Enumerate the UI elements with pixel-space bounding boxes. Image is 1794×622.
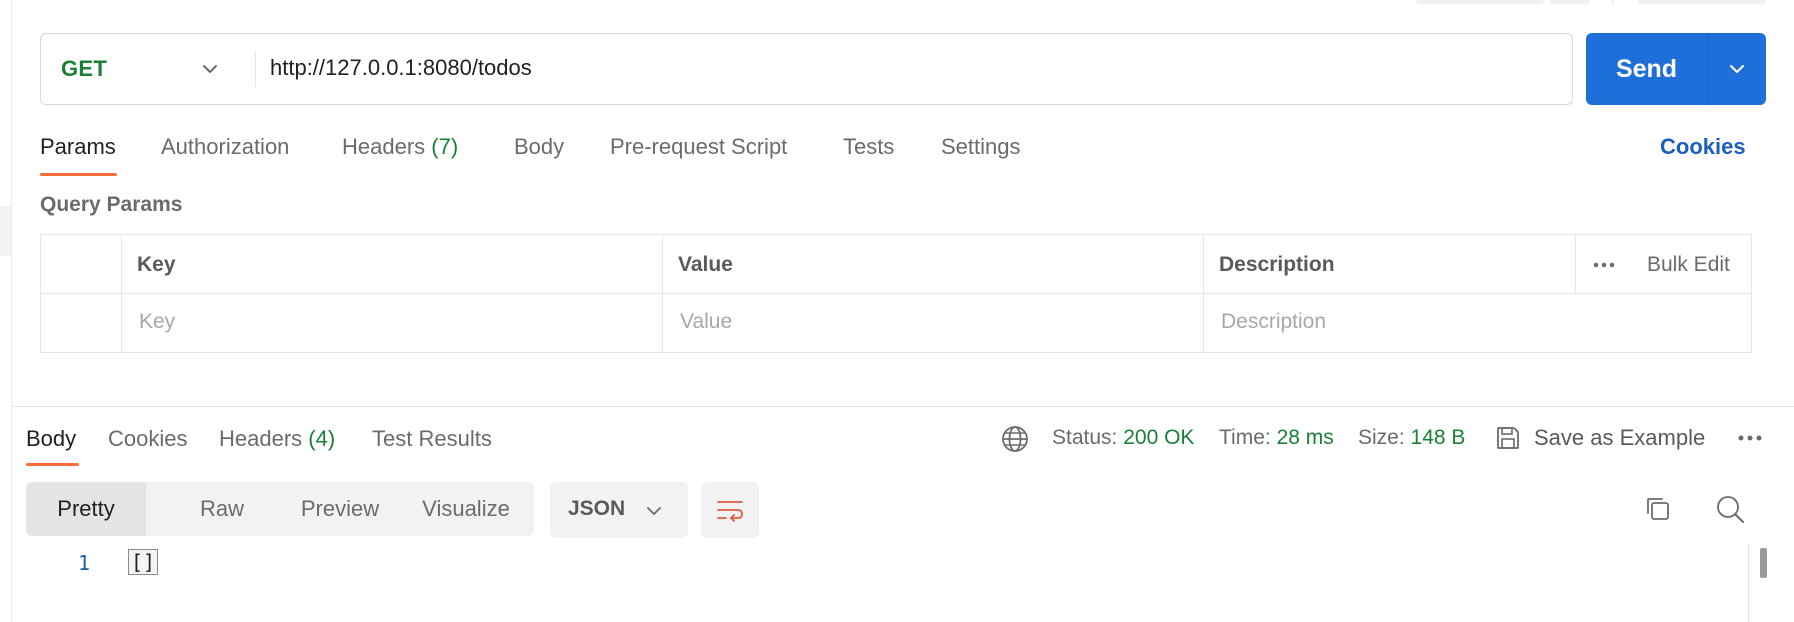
view-raw[interactable]: Raw xyxy=(170,482,274,536)
description-input[interactable]: Description xyxy=(1221,310,1731,334)
send-button-group: Send xyxy=(1586,33,1766,105)
header-control-remnant[interactable] xyxy=(1638,0,1766,4)
scrollbar-thumb[interactable] xyxy=(1760,548,1767,578)
tab-authorization[interactable]: Authorization xyxy=(161,134,289,160)
globe-icon[interactable] xyxy=(1000,424,1030,454)
response-size: Size: 148 B xyxy=(1358,426,1465,450)
line-number: 1 xyxy=(77,551,90,575)
format-label: JSON xyxy=(568,497,626,520)
column-header-value: Value xyxy=(678,253,733,276)
value-input[interactable]: Value xyxy=(680,310,1190,334)
cookies-link[interactable]: Cookies xyxy=(1660,134,1746,160)
format-select[interactable]: JSON xyxy=(550,482,688,538)
size-value: 148 B xyxy=(1410,426,1466,449)
active-tab-indicator xyxy=(40,173,117,176)
view-preview[interactable]: Preview xyxy=(282,482,398,536)
wrap-lines-icon xyxy=(715,497,745,523)
header-divider xyxy=(1612,0,1613,4)
view-pretty[interactable]: Pretty xyxy=(26,482,146,536)
more-horizontal-icon[interactable] xyxy=(1737,428,1763,448)
response-code[interactable]: [] xyxy=(128,549,159,575)
tab-response-headers-count: (4) xyxy=(308,426,336,451)
size-label: Size: xyxy=(1358,426,1405,449)
tab-settings[interactable]: Settings xyxy=(941,134,1021,160)
sidebar-selection-marker xyxy=(0,206,11,256)
tab-response-headers-label: Headers xyxy=(219,426,303,451)
column-header-key: Key xyxy=(137,253,176,276)
request-url-bar: GET xyxy=(40,33,1573,105)
more-horizontal-icon[interactable] xyxy=(1592,255,1616,275)
save-as-example-button[interactable]: Save as Example xyxy=(1494,421,1705,455)
response-status: Status: 200 OK xyxy=(1052,426,1194,450)
tab-body[interactable]: Body xyxy=(514,134,564,160)
method-divider xyxy=(255,51,256,87)
tab-response-body[interactable]: Body xyxy=(26,426,76,452)
active-tab-indicator xyxy=(26,463,79,466)
url-input[interactable] xyxy=(270,34,1560,104)
search-icon[interactable] xyxy=(1714,493,1746,525)
response-time: Time: 28 ms xyxy=(1219,426,1334,450)
key-input[interactable]: Key xyxy=(139,310,649,334)
method-label: GET xyxy=(61,56,108,81)
tab-tests[interactable]: Tests xyxy=(843,134,894,160)
tab-test-results[interactable]: Test Results xyxy=(372,426,492,452)
bulk-edit-button[interactable]: Bulk Edit xyxy=(1647,253,1730,277)
column-header-description: Description xyxy=(1219,253,1335,276)
table-divider xyxy=(1575,235,1576,293)
code-content: [] xyxy=(128,549,159,575)
chevron-down-icon xyxy=(646,503,662,519)
tab-params[interactable]: Params xyxy=(40,134,116,160)
table-divider xyxy=(41,293,1751,294)
chevron-down-icon xyxy=(1728,60,1746,78)
time-value: 28 ms xyxy=(1276,426,1334,449)
tab-response-cookies[interactable]: Cookies xyxy=(108,426,187,452)
tab-headers-count: (7) xyxy=(431,134,459,159)
send-options-button[interactable] xyxy=(1708,33,1766,105)
query-params-table: Key Value Description Bulk Edit Key Valu… xyxy=(40,234,1752,353)
chevron-down-icon xyxy=(201,60,219,78)
tab-headers-label: Headers xyxy=(342,134,426,159)
query-params-title: Query Params xyxy=(40,193,183,216)
header-control-remnant[interactable] xyxy=(1550,0,1590,4)
view-visualize[interactable]: Visualize xyxy=(410,482,522,536)
tab-pre-request-script[interactable]: Pre-request Script xyxy=(610,134,787,160)
tab-headers[interactable]: Headers (7) xyxy=(342,134,458,160)
copy-icon[interactable] xyxy=(1643,494,1673,524)
response-view-switch: Pretty Raw Preview Visualize xyxy=(26,482,534,536)
header-control-remnant[interactable] xyxy=(1416,0,1544,4)
wrap-lines-button[interactable] xyxy=(701,482,759,538)
scrollbar-track[interactable] xyxy=(1748,544,1749,622)
send-button[interactable]: Send xyxy=(1586,33,1707,105)
status-label: Status: xyxy=(1052,426,1118,449)
method-select[interactable]: GET xyxy=(41,34,255,104)
response-pane-divider[interactable] xyxy=(12,406,1794,407)
save-icon xyxy=(1494,424,1522,452)
time-label: Time: xyxy=(1219,426,1271,449)
left-sidebar-edge xyxy=(0,0,12,622)
tab-response-headers[interactable]: Headers (4) xyxy=(219,426,335,452)
save-as-example-label: Save as Example xyxy=(1534,425,1706,450)
status-value: 200 OK xyxy=(1123,426,1195,449)
